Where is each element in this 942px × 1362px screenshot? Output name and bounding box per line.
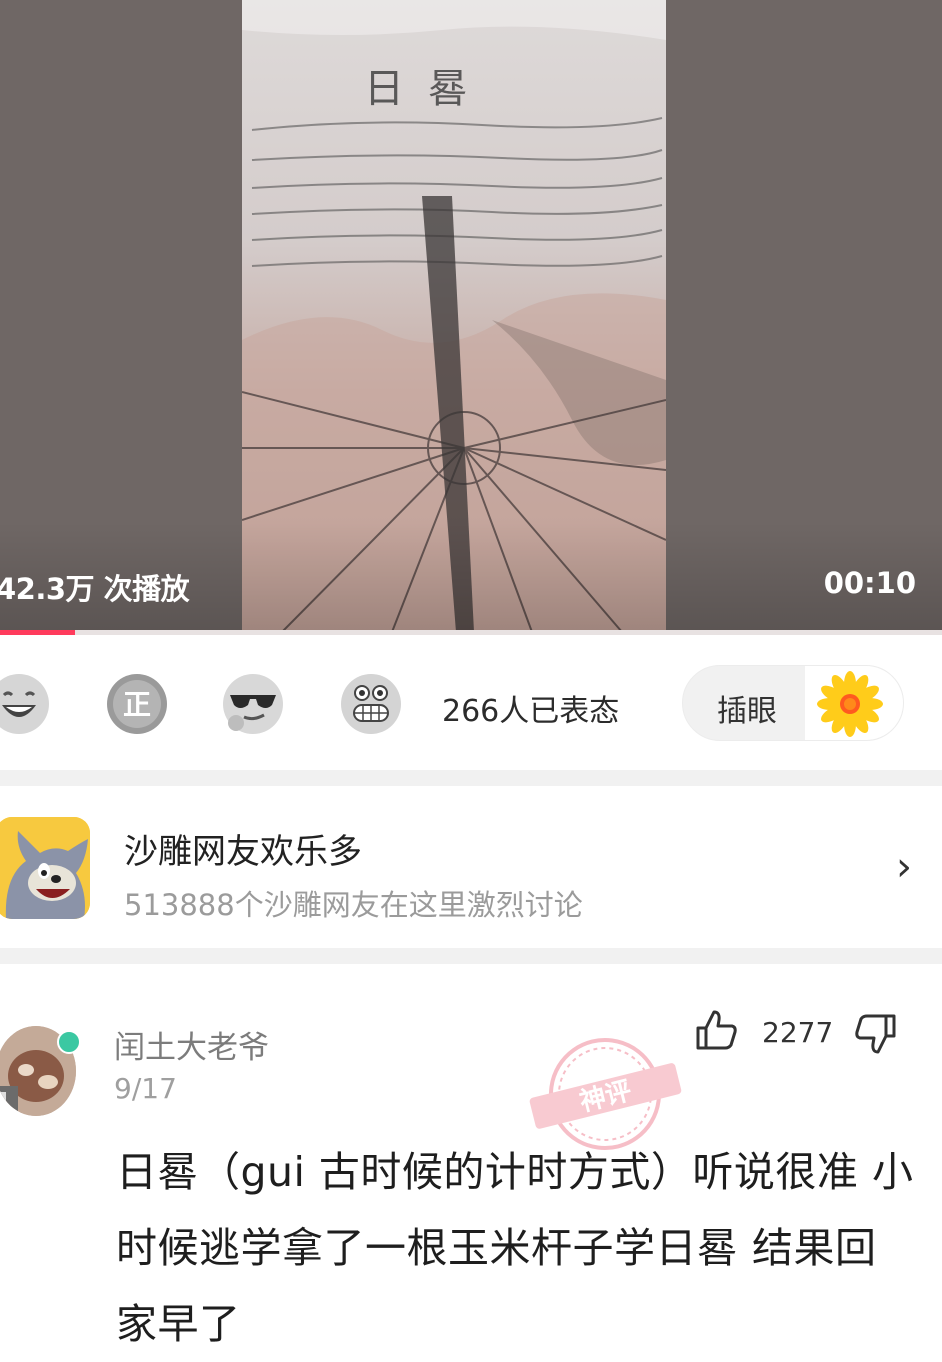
- comment-item: 闰土大老爷 9/17 神评 2277 日晷（gui 古时候的计时方式）听说很准 …: [0, 964, 942, 1358]
- zheng-badge-icon[interactable]: 正: [106, 673, 168, 735]
- grinning-emoji-icon[interactable]: [340, 673, 402, 735]
- video-duration: 00:10: [823, 566, 916, 600]
- quick-comment-label: 插眼: [717, 694, 777, 729]
- svg-text:正: 正: [123, 688, 151, 721]
- thumbs-down-icon[interactable]: [854, 1012, 898, 1056]
- online-status-dot: [57, 1030, 81, 1054]
- sunglasses-emoji-icon[interactable]: [222, 673, 284, 735]
- sunflower-icon: [805, 666, 903, 740]
- group-name: 沙雕网友欢乐多: [124, 832, 362, 872]
- quick-comment-button[interactable]: 插眼: [682, 665, 904, 741]
- chevron-right-icon[interactable]: ›: [896, 844, 912, 890]
- video-player[interactable]: 日晷 42.3万 次播放 00:10: [0, 0, 942, 632]
- like-count: 2277: [762, 1016, 834, 1049]
- reaction-bar: 正 266人已表态 插眼: [0, 640, 942, 770]
- video-frame-title: 日晷: [364, 66, 492, 112]
- play-count: 42.3万 次播放: [0, 572, 190, 606]
- video-progress-track[interactable]: [0, 630, 942, 635]
- comment-date: 9/17: [114, 1072, 177, 1105]
- section-divider: [0, 770, 942, 786]
- laughing-emoji-icon[interactable]: [0, 673, 50, 735]
- comment-text: 日晷（gui 古时候的计时方式）听说很准 小时候逃学拿了一根玉米杆子学日晷 结果…: [116, 1148, 914, 1348]
- reaction-count: 266人已表态: [442, 694, 620, 729]
- thumbs-up-icon[interactable]: [694, 1008, 738, 1052]
- section-divider: [0, 948, 942, 964]
- comment-username[interactable]: 闰土大老爷: [114, 1022, 269, 1067]
- group-avatar: [0, 817, 90, 919]
- video-progress-fill: [0, 630, 76, 635]
- group-subtitle: 513888个沙雕网友在这里激烈讨论: [124, 888, 583, 922]
- stamp-label: 神评: [577, 1076, 635, 1118]
- group-card[interactable]: 沙雕网友欢乐多 513888个沙雕网友在这里激烈讨论 ›: [0, 786, 942, 948]
